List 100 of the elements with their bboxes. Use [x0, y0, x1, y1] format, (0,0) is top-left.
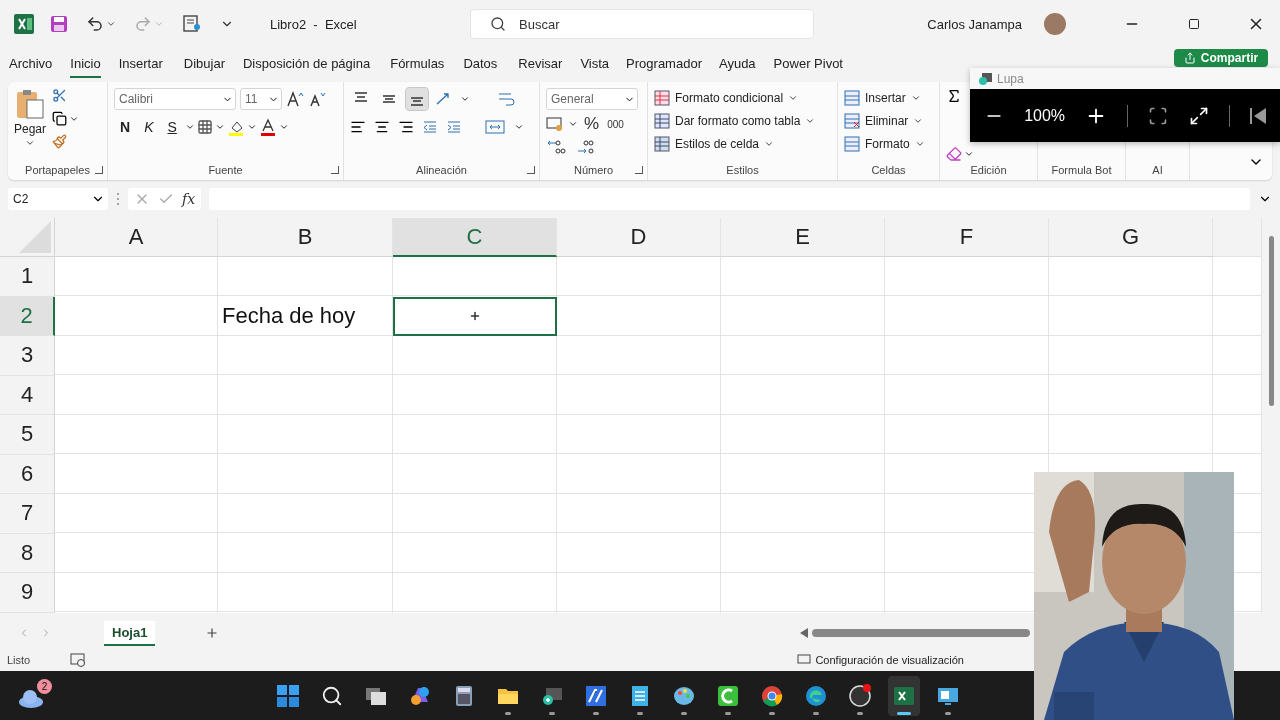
thousands-button[interactable]: 000	[605, 118, 626, 130]
accessibility-icon[interactable]	[70, 653, 87, 667]
bold-button[interactable]: N	[114, 118, 137, 136]
percent-button[interactable]: %	[582, 114, 602, 134]
row-header[interactable]: 6	[0, 454, 55, 494]
currency-icon[interactable]	[546, 116, 564, 132]
merge-cells-icon[interactable]	[484, 118, 506, 136]
share-button[interactable]: Compartir	[1174, 49, 1268, 67]
clipboard-icon[interactable]	[15, 88, 45, 120]
magnifier-title: Lupa	[997, 71, 1024, 86]
cells-button[interactable]: Formato	[844, 134, 925, 154]
group-label: Estilos	[726, 164, 759, 176]
notification-badge: 2	[37, 679, 52, 694]
cells-button[interactable]: Insertar	[844, 88, 925, 108]
column-header[interactable]: C	[393, 218, 557, 257]
paste-button[interactable]: Pegar	[14, 88, 47, 164]
caret-icon[interactable]	[214, 122, 225, 132]
row-header[interactable]: 7	[0, 494, 55, 534]
dialog-launcher-icon[interactable]	[95, 166, 103, 174]
eraser-icon[interactable]	[946, 146, 962, 162]
sum-icon[interactable]	[946, 88, 962, 104]
table-cell[interactable]: Fecha de hoy	[218, 296, 393, 336]
increase-font-icon[interactable]	[286, 90, 304, 108]
align-center-icon[interactable]	[374, 119, 390, 135]
styles-button[interactable]: Estilos de celda	[654, 134, 816, 154]
cloud-icon[interactable]	[18, 687, 44, 709]
menu-tab[interactable]: Fórmulas	[390, 52, 445, 78]
table-style-icon[interactable]	[654, 90, 670, 106]
restore-icon[interactable]	[1188, 18, 1200, 30]
dialog-launcher-icon[interactable]	[635, 166, 643, 174]
styles-button[interactable]: Dar formato como tabla	[654, 111, 816, 131]
menu-tab[interactable]: Power Pivot	[773, 52, 843, 78]
caret-icon[interactable]	[184, 122, 195, 132]
menu-tab[interactable]: Dibujar	[183, 52, 225, 78]
menu-tab[interactable]: Datos	[463, 52, 498, 78]
insert-function-button[interactable]: fx	[182, 191, 196, 207]
menu-tab[interactable]: Disposición de página	[243, 52, 371, 78]
fit-view-button[interactable]	[1148, 105, 1169, 126]
recording-app-icon	[848, 683, 872, 708]
dialog-launcher-icon[interactable]	[527, 166, 535, 174]
borders-icon[interactable]	[196, 119, 213, 135]
search-field[interactable]: Buscar	[470, 9, 814, 39]
status-text: Listo	[7, 654, 31, 666]
add-decimal-icon[interactable]	[546, 138, 568, 156]
font-color-icon[interactable]	[258, 118, 277, 136]
row-header[interactable]: 9	[0, 573, 55, 613]
menu-tab[interactable]: Vista	[580, 52, 610, 78]
copy-icon[interactable]	[52, 111, 68, 126]
monitor-icon[interactable]	[797, 654, 812, 666]
cells-button[interactable]: Eliminar	[844, 111, 925, 131]
caret-icon[interactable]	[568, 119, 578, 129]
row-header[interactable]: 1	[0, 257, 55, 297]
cut-icon[interactable]	[52, 88, 68, 103]
table-rows-icon[interactable]	[844, 90, 860, 106]
number-format-field[interactable]: General	[546, 88, 638, 110]
menu-tab[interactable]: Programador	[626, 52, 702, 78]
table-rows-icon[interactable]	[844, 113, 860, 129]
scroll-left-icon[interactable]	[800, 628, 808, 638]
browser-icon	[760, 683, 784, 708]
horizontal-scrollbar[interactable]	[800, 628, 1030, 638]
menu-tab[interactable]: Inicio	[70, 52, 101, 78]
sheet-tab[interactable]: Hoja1	[104, 620, 156, 646]
underline-button[interactable]: S	[161, 118, 183, 136]
undo-icon[interactable]	[86, 15, 104, 33]
caret-icon[interactable]	[460, 94, 470, 104]
row-header[interactable]: 3	[0, 336, 55, 376]
display-settings-button[interactable]: Configuración de visualización	[791, 653, 970, 667]
add-sheet-icon[interactable]	[205, 626, 220, 640]
cursor-icon	[469, 310, 481, 323]
format-painter-icon[interactable]	[52, 134, 68, 149]
menu-tab[interactable]: Insertar	[118, 52, 163, 78]
row-header[interactable]: 5	[0, 415, 55, 455]
font-name-field[interactable]: Calibri	[114, 88, 236, 110]
group-label: AI	[1152, 164, 1163, 176]
align-left-icon[interactable]	[350, 119, 366, 135]
collapse-button[interactable]	[1249, 106, 1266, 125]
caret-icon[interactable]	[246, 122, 257, 132]
expand-button[interactable]	[1188, 105, 1209, 126]
caret-icon[interactable]	[964, 149, 974, 159]
align-right-icon[interactable]	[398, 119, 414, 135]
dialog-launcher-icon[interactable]	[331, 166, 339, 174]
name-box[interactable]: C2	[8, 188, 108, 210]
decrease-font-icon[interactable]	[308, 90, 326, 108]
table-rows-icon[interactable]	[844, 136, 860, 152]
row-header[interactable]: 2	[0, 296, 55, 336]
row-header[interactable]: 4	[0, 375, 55, 415]
share-icon[interactable]	[1183, 52, 1196, 64]
caret-icon[interactable]	[514, 122, 524, 132]
menu-tab[interactable]: Revisar	[518, 52, 563, 78]
row-header[interactable]: 8	[0, 533, 55, 573]
menu-tab[interactable]: Archivo	[9, 52, 53, 78]
taskbar-app[interactable]	[888, 675, 920, 716]
font-size-field[interactable]: 11	[240, 88, 282, 110]
menu-tab[interactable]: Ayuda	[718, 52, 756, 78]
styles-button[interactable]: Formato condicional	[654, 88, 816, 108]
table-style-icon[interactable]	[654, 113, 670, 129]
table-style-icon[interactable]	[654, 136, 670, 152]
active-cell[interactable]	[393, 296, 557, 336]
italic-button[interactable]: K	[138, 118, 160, 136]
caret-icon[interactable]	[278, 122, 289, 132]
